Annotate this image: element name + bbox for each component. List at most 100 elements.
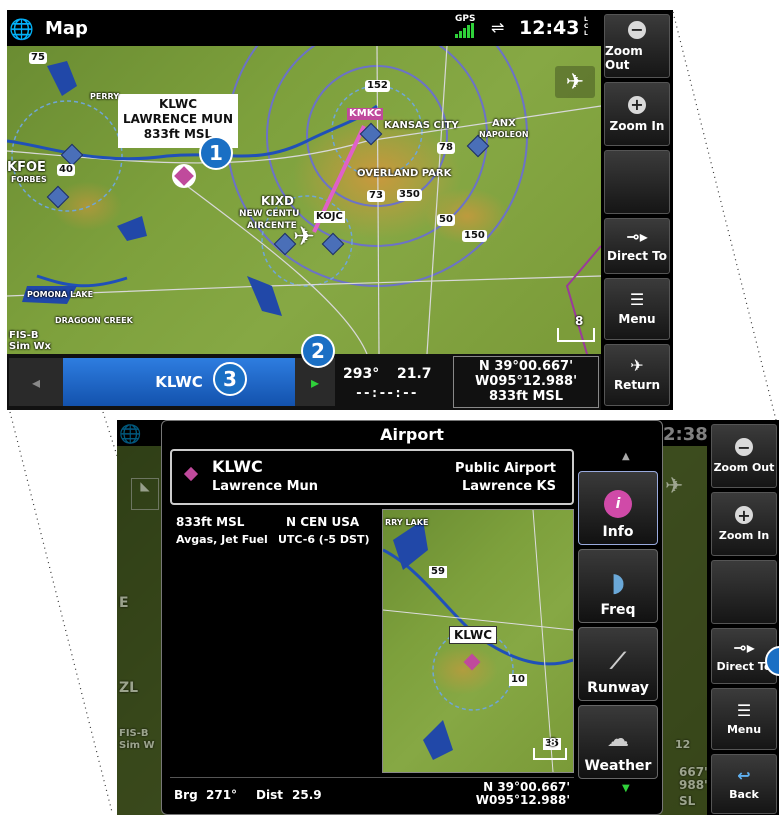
- zoom-in-button-2[interactable]: + Zoom In: [711, 492, 777, 556]
- tab-info[interactable]: i Info: [578, 471, 658, 545]
- label-dragoon-creek: DRAGOON CREEK: [55, 316, 133, 325]
- return-button[interactable]: ✈ Return: [604, 344, 670, 406]
- back-button[interactable]: ↩ Back: [711, 754, 777, 814]
- label-kojc: KOJC: [314, 211, 345, 223]
- callout-ident: KLWC: [158, 97, 198, 111]
- direct-to-label-2: Direct To: [716, 659, 772, 673]
- bottom-screen: FIS-B Sim W ZL E 12 667' 988' SL 🌐 ◣ ✈ 2…: [117, 420, 779, 815]
- mini-scale: 8: [533, 736, 567, 760]
- globe-icon: 🌐: [9, 17, 34, 41]
- map-view[interactable]: KLWC LAWRENCE MUN 833ft MSL ✈ KMKC KANSA…: [7, 46, 601, 354]
- panel-header: Airport: [380, 425, 444, 444]
- scale-value: 8: [575, 314, 584, 328]
- waypoint-bar: ◂ KLWC ▸ 293° 21.7 --:--:-- N 39°00.667'…: [7, 354, 601, 410]
- direct-to-icon-2: ⊸▸: [733, 637, 755, 657]
- empty-softkey[interactable]: [604, 150, 670, 214]
- label-simwx: Sim Wx: [9, 341, 52, 352]
- bg-plane-icon: ✈: [665, 474, 684, 499]
- page-title: Map: [45, 18, 88, 39]
- menu-label: Menu: [618, 312, 656, 326]
- tab-weather[interactable]: ☁ Weather: [578, 705, 658, 779]
- plus-icon: +: [628, 95, 646, 114]
- klwc-target-icon[interactable]: [172, 164, 196, 188]
- empty-softkey-2[interactable]: [711, 560, 777, 624]
- bg-sl: SL: [679, 794, 696, 808]
- direct-to-button[interactable]: ⊸▸ Direct To: [604, 218, 670, 274]
- clock-suffix: LCL: [584, 16, 589, 37]
- menu-button-2[interactable]: ☰ Menu: [711, 688, 777, 750]
- title-bar: 🌐 Map GPS ⇌ 12:43 LCL: [7, 10, 601, 46]
- power-plug-icon: ⇌: [491, 18, 505, 37]
- route-152: 152: [365, 80, 390, 92]
- route-350: 350: [397, 189, 422, 201]
- label-kixd: KIXD: [261, 194, 294, 208]
- zoom-in-button[interactable]: + Zoom In: [604, 82, 670, 146]
- bg-667: 667': [679, 765, 708, 779]
- airport-ident-box: KLWC Lawrence Mun Public Airport Lawrenc…: [170, 449, 574, 505]
- menu-button[interactable]: ☰ Menu: [604, 278, 670, 340]
- airport-utc: UTC-6 (-5 DST): [278, 533, 370, 546]
- airport-ident: KLWC: [212, 457, 263, 476]
- minus-icon: −: [628, 20, 646, 39]
- label-aircenter: AIRCENTE: [247, 221, 297, 231]
- prev-waypoint-button[interactable]: ◂: [9, 358, 63, 406]
- callout-1: 1: [199, 136, 233, 170]
- tab-weather-label: Weather: [584, 758, 652, 774]
- bg-fisb: FIS-B: [119, 728, 149, 739]
- route-40: 40: [57, 164, 75, 176]
- bg-north-arrow-icon: ◣: [131, 478, 159, 510]
- route-50: 50: [437, 214, 455, 226]
- label-forbes: FORBES: [11, 175, 47, 184]
- label-overland-park: OVERLAND PARK: [357, 168, 452, 179]
- bg-time: 2:38: [663, 424, 708, 445]
- airport-name: Lawrence Mun: [212, 479, 319, 494]
- mini-klwc-label: KLWC: [449, 626, 498, 644]
- label-kfoe: KFOE: [7, 160, 46, 175]
- tab-freq[interactable]: ◗ Freq: [578, 549, 658, 623]
- airport-fuel: Avgas, Jet Fuel: [176, 533, 268, 546]
- scroll-down-icon[interactable]: ▼: [622, 783, 630, 794]
- airport-mini-map[interactable]: RRY LAKE 59 10 35 KLWC 8: [382, 509, 574, 773]
- direct-to-icon: ⊸▸: [626, 227, 648, 246]
- zoom-out-button-2[interactable]: − Zoom Out: [711, 424, 777, 488]
- airport-location: Lawrence KS: [461, 479, 556, 494]
- tab-runway[interactable]: ⟋ Runway: [578, 627, 658, 701]
- back-arrow-icon: ↩: [737, 765, 751, 785]
- tab-runway-label: Runway: [587, 680, 649, 696]
- dist-label: Dist: [256, 788, 283, 802]
- label-pomona-lake: POMONA LAKE: [27, 290, 94, 299]
- zoom-out-label: Zoom Out: [605, 43, 643, 72]
- bg-globe-icon: 🌐: [119, 424, 142, 445]
- dist-value: 25.9: [292, 788, 322, 802]
- route-75: 75: [29, 52, 47, 64]
- scroll-up-icon[interactable]: ▲: [622, 451, 630, 462]
- footer-lon: W095°12.988': [475, 793, 570, 807]
- weather-cloud-icon: ☁: [607, 727, 629, 752]
- brg-value: 271°: [206, 788, 238, 802]
- aircraft-orientation-button[interactable]: ✈: [555, 66, 595, 98]
- tab-info-label: Info: [602, 524, 634, 540]
- label-new-century: NEW CENTU: [239, 209, 300, 219]
- route-73: 73: [367, 190, 385, 202]
- waypoint-selector[interactable]: KLWC: [63, 358, 295, 406]
- distance-value: 21.7: [397, 366, 432, 382]
- ete-value: --:--:--: [355, 386, 418, 401]
- lon-value: W095°12.988': [474, 374, 578, 389]
- zoom-out-label-2: Zoom Out: [713, 461, 775, 474]
- zoom-out-button[interactable]: − Zoom Out: [604, 14, 670, 78]
- tab-freq-label: Freq: [600, 602, 636, 618]
- panel-footer: Brg 271° Dist 25.9 N 39°00.667' W095°12.…: [170, 777, 574, 812]
- label-perry: PERRY: [90, 92, 120, 101]
- mini-scale-value: 8: [549, 736, 557, 749]
- menu-icon-2: ☰: [736, 700, 752, 720]
- alt-value: 833ft MSL: [488, 389, 564, 404]
- airport-type: Public Airport: [454, 461, 556, 476]
- position-box: N 39°00.667' W095°12.988' 833ft MSL: [453, 356, 599, 408]
- back-label: Back: [729, 787, 759, 801]
- menu-icon: ☰: [629, 290, 645, 309]
- airport-panel: Airport KLWC Lawrence Mun Public Airport…: [161, 420, 663, 815]
- return-plane-icon: ✈: [630, 356, 644, 375]
- bg-e: E: [119, 595, 129, 611]
- label-anx: ANX: [492, 118, 516, 129]
- gps-signal-icon: GPS: [455, 14, 475, 38]
